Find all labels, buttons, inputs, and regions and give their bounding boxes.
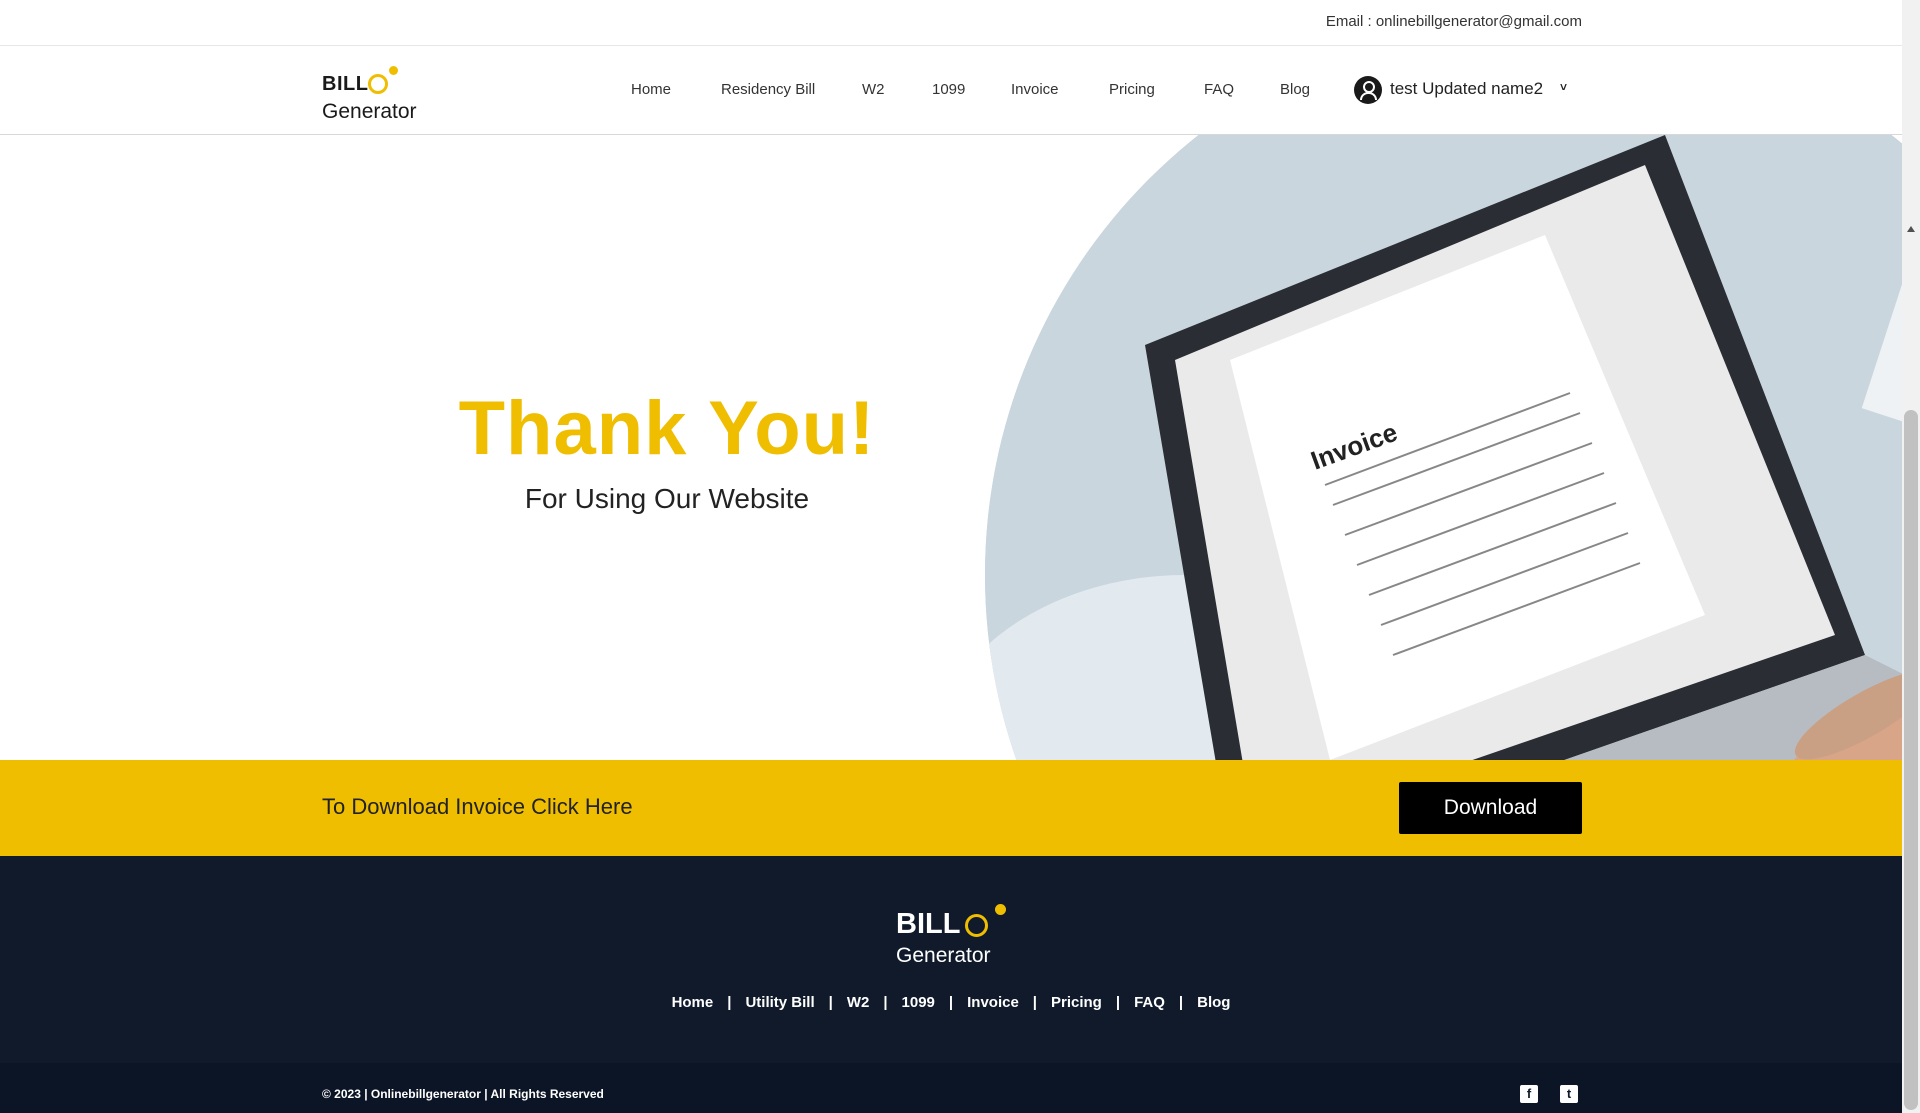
- site-header: BILL Generator Home Residency Bill W2 10…: [0, 46, 1902, 135]
- footer-nav: Home | Utility Bill | W2 | 1099 | Invoice | Pricin…: [0, 994, 1902, 1011]
- logo-bill-text: BILL: [322, 73, 369, 95]
- nav-w2[interactable]: W2: [862, 81, 885, 98]
- download-prompt: To Download Invoice Click Here: [322, 794, 633, 819]
- nav-pricing[interactable]: Pricing: [1109, 81, 1155, 98]
- nav-faq[interactable]: FAQ: [1204, 81, 1234, 98]
- nav-1099[interactable]: 1099: [932, 81, 965, 98]
- top-bar: Email : onlinebillgenerator@gmail.com: [0, 0, 1902, 46]
- thank-you-subtitle: For Using Our Website: [524, 483, 810, 514]
- page-scrollbar[interactable]: [1902, 0, 1920, 1113]
- footer-separator: |: [727, 994, 732, 1011]
- thank-you-title: Thank You!: [458, 386, 876, 471]
- brand-logo[interactable]: BILL Generator: [322, 56, 462, 126]
- footer-logo-dot-icon: [995, 904, 1006, 915]
- footer-link-1099[interactable]: 1099: [902, 994, 935, 1011]
- footer-link-w2[interactable]: W2: [847, 994, 870, 1011]
- footer-link-utility-bill[interactable]: Utility Bill: [745, 994, 814, 1011]
- footer-link-blog[interactable]: Blog: [1197, 994, 1230, 1011]
- footer-separator: |: [948, 994, 954, 1011]
- download-band: To Download Invoice Click Here Download: [0, 760, 1902, 856]
- download-button[interactable]: Download: [1399, 782, 1582, 834]
- user-name: test Updated name2: [1390, 79, 1544, 98]
- nav-blog[interactable]: Blog: [1280, 81, 1310, 98]
- logo-generator-text: Generator: [322, 100, 417, 123]
- footer-logo-generator-text: Generator: [896, 944, 991, 967]
- footer-separator: |: [1032, 994, 1037, 1011]
- footer-link-pricing[interactable]: Pricing: [1051, 994, 1102, 1011]
- logo-dot-icon: [389, 66, 398, 75]
- footer-separator: |: [1115, 994, 1121, 1011]
- footer-bottom-bar: © 2023 | Onlinebillgenerator | All Right…: [0, 1063, 1902, 1113]
- footer-logo[interactable]: BILL Generator: [896, 896, 1036, 967]
- footer-logo-ring-icon: [965, 914, 988, 937]
- logo-ring-icon: [368, 74, 388, 94]
- footer-logo-bill-text: BILL: [896, 908, 961, 940]
- footer-link-invoice[interactable]: Invoice: [967, 994, 1019, 1011]
- footer-link-home[interactable]: Home: [672, 994, 714, 1011]
- twitter-icon[interactable]: t: [1560, 1085, 1578, 1103]
- contact-email[interactable]: Email : onlinebillgenerator@gmail.com: [1326, 13, 1582, 30]
- copyright-text: © 2023 | Onlinebillgenerator | All Right…: [322, 1087, 604, 1101]
- nav-home[interactable]: Home: [631, 81, 671, 98]
- user-avatar-icon: [1354, 76, 1382, 104]
- scrollbar-thumb[interactable]: [1904, 410, 1918, 1110]
- facebook-icon[interactable]: f: [1520, 1085, 1538, 1103]
- nav-invoice[interactable]: Invoice: [1011, 81, 1059, 98]
- footer-separator: |: [828, 994, 833, 1011]
- chevron-down-icon: ˅: [1560, 80, 1568, 94]
- nav-residency-bill[interactable]: Residency Bill: [721, 81, 815, 98]
- scroll-up-arrow-icon[interactable]: [1907, 226, 1915, 232]
- footer-link-faq[interactable]: FAQ: [1134, 994, 1165, 1011]
- footer-separator: |: [883, 994, 888, 1011]
- site-footer: BILL Generator Home | Utility Bill | W2 | 1099…: [0, 856, 1902, 1113]
- footer-separator: |: [1178, 994, 1184, 1011]
- hero-section: Invoice Thank You! For Using Our Website: [0, 135, 1902, 760]
